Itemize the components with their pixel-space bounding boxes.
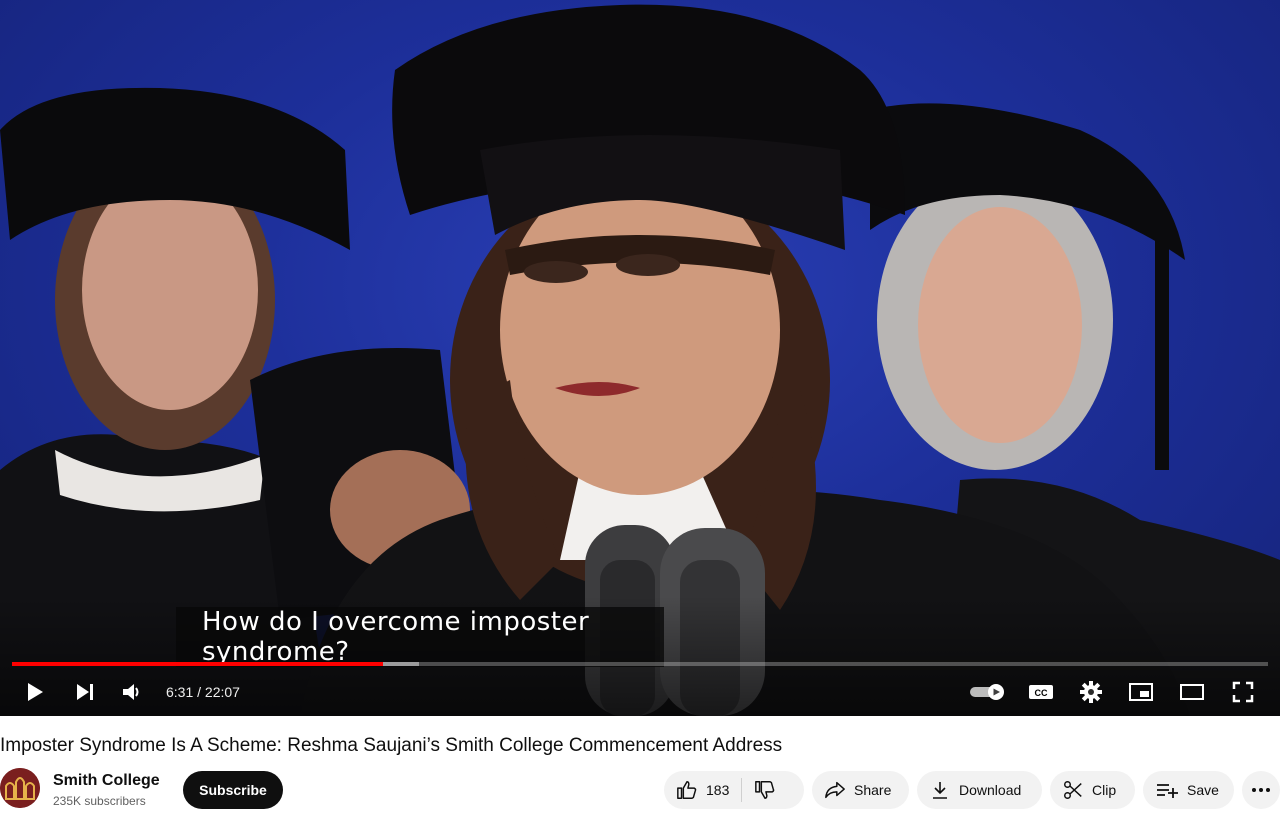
subscriber-count: 235K subscribers: [53, 794, 146, 808]
like-dislike-group: 183: [664, 771, 804, 809]
caption-line-1: How do I overcome imposter: [202, 607, 590, 637]
like-button[interactable]: 183: [676, 779, 729, 801]
next-button[interactable]: [70, 676, 100, 708]
time-display: 6:31 / 22:07: [166, 684, 240, 700]
progress-bar[interactable]: [12, 662, 1268, 666]
save-playlist-icon: [1157, 784, 1178, 798]
download-button[interactable]: Download: [917, 771, 1042, 809]
smith-college-logo-icon: [0, 768, 40, 808]
miniplayer-icon: [1129, 683, 1153, 701]
download-label: Download: [959, 782, 1022, 798]
subtitle-caption: How do I overcome imposter syndrome?: [176, 607, 664, 667]
channel-avatar[interactable]: [0, 768, 40, 808]
played-bar: [12, 662, 383, 666]
play-button[interactable]: [20, 676, 50, 708]
next-icon: [77, 684, 93, 700]
autoplay-toggle-icon: [970, 684, 1004, 700]
more-actions-button[interactable]: [1242, 771, 1280, 809]
thumbs-up-icon: [677, 781, 697, 799]
subtitles-icon: CC: [1029, 685, 1053, 699]
theater-mode-button[interactable]: [1176, 676, 1208, 708]
share-icon: [825, 781, 845, 799]
video-player[interactable]: How do I overcome imposter syndrome? 6:3…: [0, 0, 1280, 716]
fullscreen-button[interactable]: [1227, 676, 1259, 708]
thumbs-down-icon: [755, 781, 775, 799]
share-button[interactable]: Share: [812, 771, 909, 809]
subscribe-button[interactable]: Subscribe: [183, 771, 283, 809]
save-label: Save: [1187, 782, 1219, 798]
scissors-icon: [1064, 781, 1082, 799]
settings-icon: [1080, 681, 1102, 703]
save-button[interactable]: Save: [1143, 771, 1234, 809]
more-horizontal-icon: [1252, 788, 1270, 792]
settings-button[interactable]: [1075, 676, 1107, 708]
channel-name[interactable]: Smith College: [53, 771, 160, 791]
fullscreen-icon: [1232, 681, 1254, 703]
volume-button[interactable]: [118, 676, 146, 708]
dislike-button[interactable]: [754, 779, 776, 801]
download-icon: [933, 782, 947, 799]
like-divider: [741, 778, 743, 802]
miniplayer-button[interactable]: [1125, 676, 1157, 708]
autoplay-toggle[interactable]: [970, 684, 1006, 700]
subtitles-button[interactable]: CC: [1025, 676, 1057, 708]
volume-icon: [123, 684, 139, 700]
clip-button[interactable]: Clip: [1050, 771, 1135, 809]
share-label: Share: [854, 782, 892, 798]
like-count: 183: [706, 782, 730, 798]
theater-icon: [1180, 684, 1204, 700]
clip-label: Clip: [1092, 782, 1117, 798]
svg-text:CC: CC: [1035, 688, 1048, 698]
video-title: Imposter Syndrome Is A Scheme: Reshma Sa…: [0, 735, 783, 756]
play-icon: [28, 683, 43, 701]
